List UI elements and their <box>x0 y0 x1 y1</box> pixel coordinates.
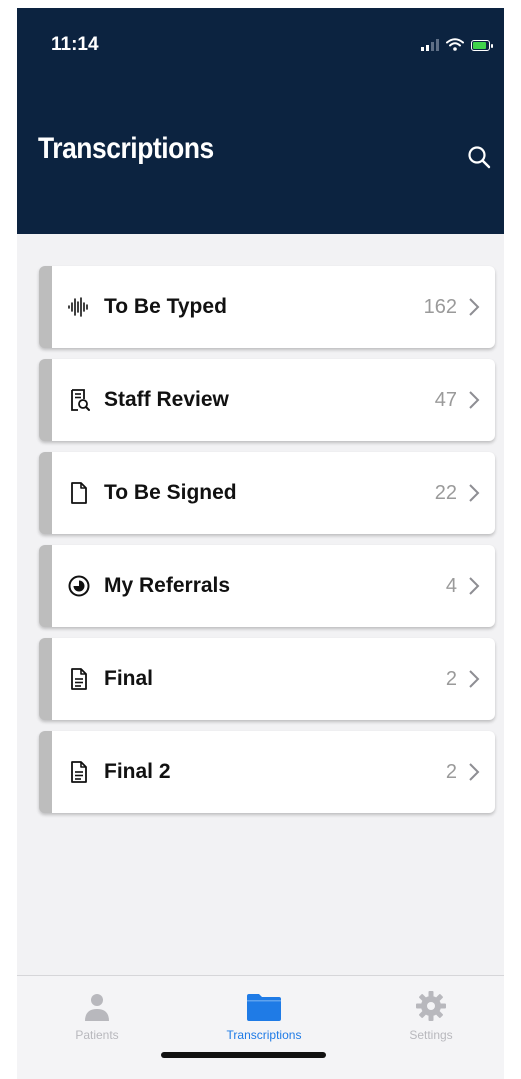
document-lines-icon <box>66 666 92 692</box>
category-count: 2 <box>445 667 457 690</box>
status-time: 11:14 <box>51 34 99 55</box>
category-label: To Be Signed <box>104 481 237 504</box>
tab-label: Patients <box>75 1028 119 1042</box>
tab-transcriptions[interactable]: Transcriptions <box>204 986 324 1046</box>
category-final-2[interactable]: Final 2 2 <box>39 731 495 813</box>
folder-icon <box>246 986 282 1022</box>
page-title: Transcriptions <box>38 132 214 165</box>
category-label: Final 2 <box>104 760 171 783</box>
category-to-be-signed[interactable]: To Be Signed 22 <box>39 452 495 534</box>
cellular-signal-icon <box>421 39 439 51</box>
app-screen: 11:14 Transcriptions To Be Typed 162 Sta… <box>17 8 504 1079</box>
waveform-icon <box>66 294 92 320</box>
category-count: 162 <box>423 295 457 318</box>
tab-settings[interactable]: Settings <box>371 986 491 1046</box>
category-label: My Referrals <box>104 574 231 597</box>
category-count: 47 <box>434 388 457 411</box>
tab-bar: Patients Transcriptions Settings <box>17 975 504 1079</box>
chevron-right-icon <box>467 389 481 411</box>
chevron-right-icon <box>467 575 481 597</box>
tab-label: Settings <box>409 1028 453 1042</box>
home-indicator[interactable] <box>161 1052 326 1058</box>
wifi-icon <box>446 38 464 51</box>
category-label: Staff Review <box>104 388 229 411</box>
tab-patients[interactable]: Patients <box>37 986 157 1046</box>
battery-icon <box>471 40 493 51</box>
gear-icon <box>415 986 447 1022</box>
search-icon <box>468 146 491 169</box>
category-to-be-typed[interactable]: To Be Typed 162 <box>39 266 495 348</box>
category-label: Final <box>104 667 154 690</box>
category-staff-review[interactable]: Staff Review 47 <box>39 359 495 441</box>
document-search-icon <box>66 387 92 413</box>
status-icons <box>421 38 493 51</box>
tab-label: Transcriptions <box>226 1028 302 1042</box>
person-icon <box>83 986 111 1022</box>
navigation-header: 11:14 Transcriptions <box>17 8 504 234</box>
category-list: To Be Typed 162 Staff Review 47 To Be Si… <box>39 266 495 824</box>
search-button[interactable] <box>462 140 496 174</box>
category-final[interactable]: Final 2 <box>39 638 495 720</box>
category-count: 2 <box>445 760 457 783</box>
category-label: To Be Typed <box>104 295 227 318</box>
document-lines-icon <box>66 759 92 785</box>
chevron-right-icon <box>467 482 481 504</box>
chevron-right-icon <box>467 761 481 783</box>
pie-chart-icon <box>66 573 92 599</box>
document-icon <box>66 480 92 506</box>
category-count: 4 <box>445 574 457 597</box>
chevron-right-icon <box>467 296 481 318</box>
chevron-right-icon <box>467 668 481 690</box>
category-count: 22 <box>434 481 457 504</box>
category-my-referrals[interactable]: My Referrals 4 <box>39 545 495 627</box>
